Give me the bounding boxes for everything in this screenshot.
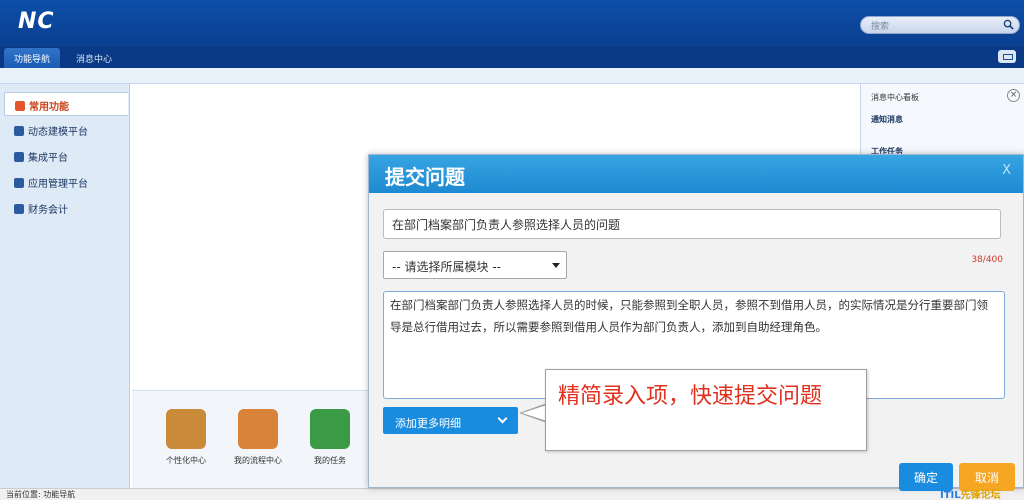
sidebar-item-label: 常用功能	[29, 102, 69, 113]
subject-input[interactable]	[383, 209, 1001, 239]
search-box[interactable]: 搜索	[860, 16, 1020, 34]
dock-item-label: 个性化中心	[166, 456, 206, 465]
tab-function-nav[interactable]: 功能导航	[4, 48, 61, 68]
dock-item-workflow[interactable]: 我的流程中心	[228, 409, 288, 466]
minimize-icon[interactable]	[998, 50, 1016, 63]
caret-down-icon	[552, 263, 560, 268]
chevron-down-icon	[497, 413, 508, 424]
top-header: NC 搜索	[0, 0, 1024, 46]
watermark-part2: 先锋论坛	[960, 490, 1001, 500]
dock-item-label: 我的流程中心	[234, 456, 282, 465]
dock-item-label: 我的任务	[314, 456, 346, 465]
callout-pointer-inner	[522, 405, 547, 421]
app-logo: NC	[18, 9, 55, 34]
window-icon	[14, 178, 24, 188]
search-input[interactable]: 搜索	[871, 19, 889, 32]
search-icon[interactable]	[1003, 19, 1014, 30]
palette-icon	[166, 409, 206, 449]
sidebar-item-label: 应用管理平台	[28, 179, 88, 190]
dock-item-tasks[interactable]: 我的任务	[300, 409, 360, 466]
quick-dock: 个性化中心 我的流程中心 我的任务	[132, 390, 372, 488]
sidebar-item-integration[interactable]: 集成平台	[4, 144, 128, 168]
submit-issue-dialog: 提交问题 X -- 请选择所属模块 -- 38/400 在部门档案部门负责人参照…	[368, 154, 1024, 491]
panel-item-notifications[interactable]: 通知消息	[871, 114, 903, 125]
sidebar-item-common[interactable]: 常用功能	[4, 92, 128, 116]
add-more-label: 添加更多明细	[395, 418, 461, 430]
sidebar-item-label: 动态建模平台	[28, 127, 88, 138]
callout-text: 精简录入项，快速提交问题	[558, 384, 823, 409]
sidebar-item-modeling[interactable]: 动态建模平台	[4, 118, 128, 142]
dock-item-personalization[interactable]: 个性化中心	[156, 409, 216, 466]
book-icon	[14, 204, 24, 214]
sidebar-item-label: 集成平台	[28, 153, 68, 164]
grid-icon	[14, 152, 24, 162]
tab-bar: 功能导航 消息中心	[0, 46, 1024, 68]
current-location: 当前位置: 功能导航	[6, 490, 76, 499]
tab-message-center[interactable]: 消息中心	[66, 48, 122, 68]
panel-title: 消息中心看板	[871, 93, 919, 102]
watermark: ITIL先锋论坛	[940, 486, 1001, 500]
clipboard-icon	[238, 409, 278, 449]
module-select-value: -- 请选择所属模块 --	[392, 260, 501, 274]
module-select[interactable]: -- 请选择所属模块 --	[383, 251, 567, 279]
left-sidebar: 常用功能 动态建模平台 集成平台 应用管理平台 财务会计	[0, 84, 130, 488]
pulse-icon	[310, 409, 350, 449]
add-more-details-button[interactable]: 添加更多明细	[383, 407, 518, 434]
watermark-part1: ITIL	[940, 490, 961, 500]
dialog-close-button[interactable]: X	[1002, 163, 1011, 178]
dialog-title: 提交问题	[385, 165, 465, 189]
sidebar-item-app-management[interactable]: 应用管理平台	[4, 170, 128, 194]
monitor-icon	[15, 101, 25, 111]
sidebar-item-label: 财务会计	[28, 205, 68, 216]
dialog-header: 提交问题 X	[369, 155, 1023, 193]
sidebar-item-finance[interactable]: 财务会计	[4, 196, 128, 220]
char-counter: 38/400	[971, 255, 1003, 265]
annotation-callout: 精简录入项，快速提交问题	[545, 369, 867, 451]
close-icon[interactable]: ×	[1007, 89, 1020, 102]
sub-header-band	[0, 68, 1024, 84]
cube-icon	[14, 126, 24, 136]
status-bar: 当前位置: 功能导航	[0, 488, 1024, 500]
